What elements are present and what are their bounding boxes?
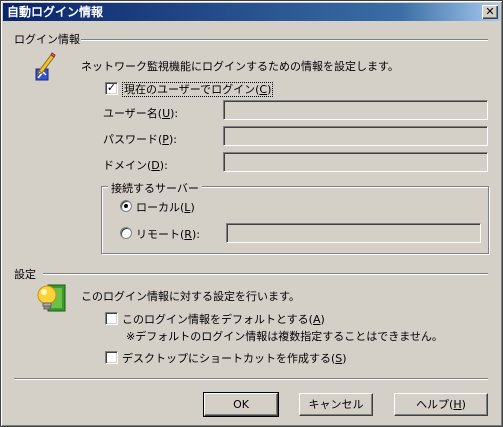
password-field[interactable] (223, 126, 488, 146)
settings-description: このログイン情報に対する設定を行います。 (81, 290, 300, 303)
password-label-text: パスワード( (103, 133, 163, 146)
footer-divider (14, 378, 488, 380)
use-current-user-suffix: ) (267, 83, 272, 96)
default-note: ※デフォルトのログイン情報は複数指定することはできません。 (126, 330, 443, 343)
domain-mnemonic: D (151, 159, 160, 172)
help-label-text: ヘルプ( (416, 398, 454, 411)
domain-field[interactable] (223, 152, 488, 172)
checkmark-icon: ✓ (106, 81, 117, 94)
domain-label: ドメイン(D): (103, 157, 168, 173)
local-label-text: ローカル( (136, 201, 185, 214)
title-bar[interactable]: 自動ログイン情報 ✕ (3, 3, 500, 21)
default-label-text: このログイン情報をデフォルトとする( (122, 313, 313, 326)
shortcut-checkbox-label[interactable]: デスクトップにショートカットを作成する(S) (122, 350, 347, 366)
local-radio-label[interactable]: ローカル(L) (136, 199, 195, 215)
remote-radio[interactable] (120, 227, 132, 239)
help-button[interactable]: ヘルプ(H) (394, 393, 488, 416)
login-info-dialog: 自動ログイン情報 ✕ ログイン情報 ネットワーク監視機能にログインするための情報… (0, 0, 503, 427)
close-button[interactable]: ✕ (482, 5, 498, 19)
username-field[interactable] (223, 100, 488, 120)
remote-radio-label[interactable]: リモート(R): (136, 226, 200, 242)
use-current-user-label[interactable]: 現在のユーザーでログイン(C) (122, 81, 274, 97)
help-mnemonic: H (453, 398, 462, 411)
default-checkbox-label[interactable]: このログイン情報をデフォルトとする(A) (122, 311, 325, 327)
lightbulb-icon (34, 281, 70, 315)
use-current-user-mnemonic: C (259, 83, 268, 96)
login-group-title: ログイン情報 (14, 33, 80, 46)
remote-server-field[interactable] (226, 223, 481, 243)
ok-button[interactable]: OK (203, 392, 279, 417)
window-title: 自動ログイン情報 (7, 5, 104, 19)
close-icon: ✕ (485, 5, 495, 18)
server-group-title: 接続するサーバー (108, 180, 202, 196)
default-mnemonic: A (312, 313, 321, 326)
username-suffix: ): (170, 107, 179, 120)
local-suffix: ) (190, 201, 195, 214)
pencil-document-icon (31, 51, 57, 81)
shortcut-checkbox[interactable] (105, 351, 118, 364)
remote-mnemonic: R (184, 228, 192, 241)
password-mnemonic: P (162, 133, 169, 146)
use-current-user-text: 現在のユーザーでログイン( (124, 83, 260, 96)
login-group-divider (81, 39, 488, 41)
username-label-text: ユーザー名( (103, 107, 163, 120)
help-suffix: ) (461, 398, 466, 411)
shortcut-suffix: ) (342, 352, 347, 365)
remote-label-text: リモート( (136, 228, 185, 241)
password-suffix: ): (168, 133, 177, 146)
cancel-button[interactable]: キャンセル (299, 393, 373, 416)
login-description: ネットワーク監視機能にログインするための情報を設定します。 (81, 60, 399, 73)
settings-group-divider (43, 273, 488, 275)
username-mnemonic: U (162, 107, 171, 120)
default-checkbox[interactable] (105, 312, 118, 325)
use-current-user-checkbox[interactable]: ✓ (105, 82, 118, 95)
shortcut-label-text: デスクトップにショートカットを作成する( (122, 352, 336, 365)
settings-group-title: 設定 (14, 268, 36, 281)
local-radio[interactable] (120, 200, 132, 212)
username-label: ユーザー名(U): (103, 105, 178, 121)
remote-suffix: ): (191, 228, 200, 241)
domain-label-text: ドメイン( (103, 159, 152, 172)
domain-suffix: ): (159, 159, 168, 172)
default-suffix: ) (320, 313, 325, 326)
server-group (101, 186, 489, 254)
password-label: パスワード(P): (103, 131, 177, 147)
